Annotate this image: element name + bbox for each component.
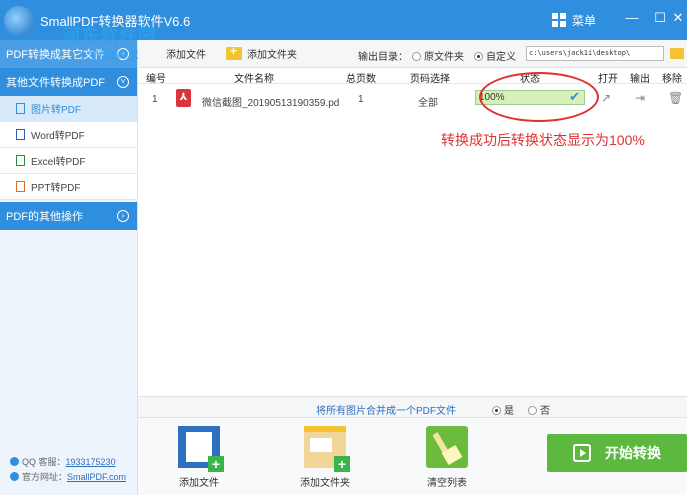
- col-output: 输出: [630, 74, 650, 85]
- radio-label: 原文件夹: [424, 52, 464, 63]
- ppt-file-icon: [16, 181, 25, 192]
- clear-list-label: 清空列表: [427, 478, 467, 489]
- row-page-select[interactable]: 全部: [418, 94, 438, 109]
- qq-icon: [10, 457, 19, 466]
- menu-label: 菜单: [572, 13, 597, 28]
- sidebar: PDF转换成其它文件 › 其他文件转换成PDF ˅ 图片转PDF Word转PD…: [0, 40, 138, 495]
- grid-menu-icon: [552, 13, 566, 27]
- sidebar-item-label: Excel转PDF: [31, 157, 86, 168]
- browse-folder-icon[interactable]: [670, 48, 684, 59]
- play-icon: [573, 444, 591, 462]
- chevron-down-icon: ˅: [117, 76, 129, 88]
- radio-checked-icon: [474, 52, 483, 61]
- toolbar-add-file-label: 添加文件: [166, 50, 206, 61]
- add-file-icon: +: [178, 426, 224, 472]
- open-external-icon[interactable]: ↗: [600, 92, 612, 105]
- sidebar-item-image-to-pdf[interactable]: 图片转PDF: [0, 96, 137, 122]
- output-custom-radio[interactable]: 自定义: [474, 48, 516, 63]
- merge-option-bar: 将所有图片合并成一个PDF文件 是 否: [138, 396, 687, 418]
- sidebar-section-pdf-to-other[interactable]: PDF转换成其它文件 ›: [0, 40, 137, 68]
- merge-no-radio[interactable]: 否: [528, 402, 550, 417]
- toolbar: 添加文件 添加文件夹 输出目录： 原文件夹 自定义 c:\users\jack1…: [138, 40, 687, 68]
- sidebar-item-ppt-to-pdf[interactable]: PPT转PDF: [0, 174, 137, 200]
- toolbar-add-folder-button[interactable]: 添加文件夹: [226, 44, 297, 61]
- excel-file-icon: [16, 155, 25, 166]
- add-file-label: 添加文件: [179, 478, 219, 489]
- toolbar-add-file-button[interactable]: 添加文件: [166, 46, 206, 61]
- title-bar: SmallPDF转换器软件V6.6 菜单 — ☐ ✕: [0, 0, 687, 40]
- start-convert-button[interactable]: 开始转换: [547, 434, 687, 472]
- output-dir-label: 输出目录：: [358, 52, 408, 63]
- radio-label: 自定义: [486, 52, 516, 63]
- add-folder-icon: +: [304, 426, 350, 472]
- col-pages: 总页数: [346, 74, 376, 85]
- highlight-oval: [479, 72, 599, 122]
- pdf-file-icon: ⅄: [176, 89, 191, 107]
- sidebar-item-label: Word转PDF: [31, 131, 85, 142]
- start-convert-label: 开始转换: [605, 445, 661, 461]
- broom-icon: [426, 426, 468, 468]
- radio-icon: [528, 406, 537, 415]
- radio-checked-icon: [492, 406, 501, 415]
- site-label: 官方网址：: [22, 472, 68, 482]
- radio-label: 否: [540, 406, 550, 417]
- close-button[interactable]: ✕: [667, 8, 687, 28]
- output-source-radio[interactable]: 原文件夹: [412, 48, 464, 63]
- output-path-field[interactable]: c:\users\jack1i\desktop\: [526, 46, 664, 61]
- add-folder-label: 添加文件夹: [300, 478, 350, 489]
- merge-yes-radio[interactable]: 是: [492, 402, 514, 417]
- radio-label: 是: [504, 406, 514, 417]
- clear-list-button[interactable]: 清空列表: [412, 426, 482, 489]
- sidebar-item-excel-to-pdf[interactable]: Excel转PDF: [0, 148, 137, 174]
- sidebar-section-label: 其他文件转换成PDF: [6, 77, 105, 89]
- folder-plus-icon: [226, 44, 242, 60]
- row-filename: 微信截图_20190513190359.pd: [202, 98, 340, 109]
- site-link[interactable]: SmallPDF.com: [67, 472, 126, 482]
- col-remove: 移除: [662, 74, 682, 85]
- row-pages: 1: [358, 94, 364, 105]
- col-page-select: 页码选择: [410, 74, 450, 85]
- row-index: 1: [152, 94, 158, 105]
- output-arrow-icon[interactable]: ⇥: [634, 92, 646, 105]
- add-folder-button[interactable]: + 添加文件夹: [290, 426, 360, 489]
- sidebar-section-pdf-other-ops[interactable]: PDF的其他操作 ›: [0, 202, 137, 230]
- image-file-icon: [16, 103, 25, 114]
- add-file-button[interactable]: + 添加文件: [164, 426, 234, 489]
- sidebar-item-word-to-pdf[interactable]: Word转PDF: [0, 122, 137, 148]
- table-row[interactable]: 1 ⅄ 微信截图_20190513190359.pd 1 全部 100% ✔ ↗…: [138, 86, 687, 114]
- sidebar-section-other-to-pdf[interactable]: 其他文件转换成PDF ˅: [0, 68, 137, 96]
- ie-icon: [10, 472, 19, 481]
- trash-icon[interactable]: 🗑: [668, 92, 683, 105]
- sidebar-footer: QQ 客服：1933175230 官方网址：SmallPDF.com: [10, 455, 126, 485]
- chevron-right-icon: ›: [117, 48, 129, 60]
- menu-button[interactable]: 菜单: [552, 9, 596, 31]
- sidebar-item-label: PPT转PDF: [31, 183, 81, 194]
- sidebar-section-label: PDF转换成其它文件: [6, 49, 105, 61]
- merge-label: 将所有图片合并成一个PDF文件: [316, 406, 456, 417]
- support-qq-link[interactable]: 1933175230: [66, 457, 116, 467]
- chevron-right-icon: ›: [117, 210, 129, 222]
- app-logo-icon: [4, 6, 34, 36]
- col-filename: 文件名称: [234, 74, 274, 85]
- toolbar-add-folder-label: 添加文件夹: [247, 50, 297, 61]
- table-header: 编号 文件名称 总页数 页码选择 状态 打开 输出 移除: [138, 68, 687, 85]
- word-file-icon: [16, 129, 25, 140]
- window-title: SmallPDF转换器软件V6.6: [40, 14, 191, 29]
- support-label: QQ 客服：: [22, 457, 66, 467]
- sidebar-item-label: 图片转PDF: [31, 105, 81, 116]
- radio-icon: [412, 52, 421, 61]
- annotation-text: 转换成功后转换状态显示为100%: [441, 132, 645, 148]
- minimize-button[interactable]: —: [621, 8, 643, 28]
- sidebar-section-label: PDF的其他操作: [6, 211, 83, 223]
- col-index: 编号: [146, 74, 166, 85]
- col-open: 打开: [598, 74, 618, 85]
